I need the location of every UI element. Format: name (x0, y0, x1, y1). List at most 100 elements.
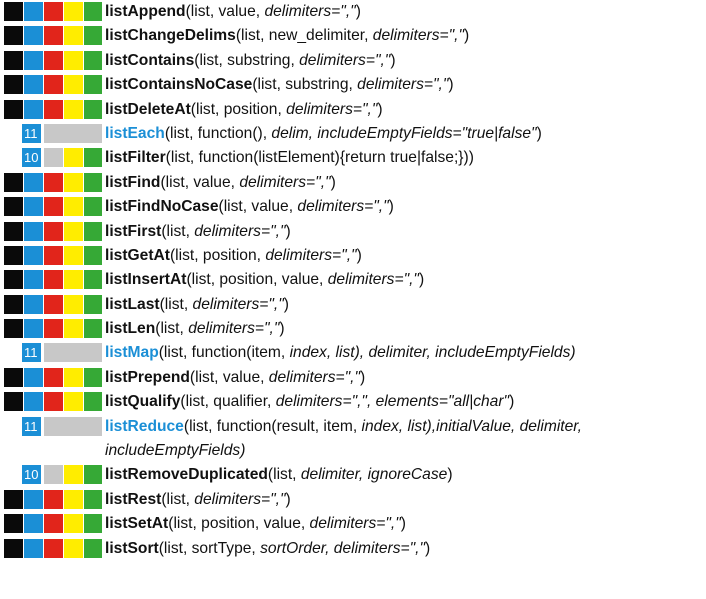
function-name: listQualify (105, 393, 181, 411)
args-end: ) (377, 100, 383, 118)
unsupported-bar (44, 123, 102, 143)
function-name: listLen (105, 320, 156, 338)
args-end: ) (283, 295, 289, 313)
openbd-badge (64, 538, 83, 558)
function-name: listEach (105, 124, 165, 142)
openbd-badge (64, 245, 83, 265)
lucee-badge (44, 538, 63, 558)
bluedragon-badge (84, 367, 102, 387)
optional-args: delimiters="," (239, 173, 331, 191)
adobe-cf-badge (4, 392, 23, 412)
railo-badge (24, 221, 43, 241)
lucee-badge (44, 392, 63, 412)
bluedragon-badge (84, 197, 102, 217)
adobe-cf-badge (4, 538, 23, 558)
function-signature: listEach(list, function(), delim, includ… (105, 122, 703, 146)
unsupported-badge (44, 148, 63, 168)
optional-args: index, list (361, 417, 427, 435)
bluedragon-badge (84, 2, 102, 21)
function-row: listSetAt(list, position, value, delimit… (0, 512, 706, 536)
args-end: ) (390, 51, 396, 69)
openbd-badge (64, 392, 83, 412)
optional-args: delimiters="," (265, 246, 357, 264)
function-row: 11 listEach(list, function(), delim, incl… (0, 122, 706, 146)
function-args: (list, value, (185, 3, 265, 20)
bluedragon-badge (84, 392, 102, 412)
lucee-badge (44, 319, 63, 339)
function-args: (list, function(item, (158, 344, 290, 362)
railo-badge (24, 270, 43, 290)
function-args: (list, position, (169, 246, 266, 264)
openbd-badge (64, 148, 83, 168)
args-end: ) (448, 76, 454, 94)
engine-support-badges: 10 (4, 148, 102, 168)
args-end: ) (285, 490, 291, 508)
openbd-badge (64, 319, 83, 339)
function-args: (list, position, (190, 100, 287, 118)
openbd-badge (64, 221, 83, 241)
optional-args: delimiters="," (192, 295, 284, 313)
args-end: ) (464, 27, 470, 45)
engine-support-badges: 11 (4, 416, 102, 436)
railo-badge (24, 367, 43, 387)
args-end: ) (536, 124, 542, 142)
adobe-cf-badge (4, 489, 23, 509)
version-badge: 10 (22, 465, 41, 485)
optional-args: delimiters="," (268, 368, 361, 386)
lucee-badge (44, 75, 63, 95)
function-args: (list, position, value, (186, 271, 328, 289)
optional-args: delimiter, ignoreCase (300, 466, 448, 484)
bluedragon-badge (84, 50, 102, 70)
engine-support-badges (4, 2, 102, 21)
function-signature: listAppend(list, value, delimiters=",") (105, 0, 703, 24)
function-signature: listFindNoCase(list, value, delimiters="… (105, 195, 703, 219)
function-name: listFind (105, 173, 161, 191)
openbd-badge (64, 99, 83, 119)
args-end: ) (355, 3, 361, 20)
bluedragon-badge (84, 270, 102, 290)
function-row: listContainsNoCase(list, substring, deli… (0, 73, 706, 97)
function-row: listAppend(list, value, delimiters=",") (0, 0, 706, 24)
railo-badge (24, 197, 43, 217)
adobe-cf-badge (4, 50, 23, 70)
engine-support-badges: 10 (4, 465, 102, 485)
args-end: ) (447, 466, 453, 484)
function-row: listContains(list, substring, delimiters… (0, 49, 706, 73)
args-end: ) (279, 320, 285, 338)
function-signature: listQualify(list, qualifier, delimiters=… (105, 390, 703, 414)
engine-support-badges (4, 245, 102, 265)
engine-support-badges (4, 172, 102, 192)
openbd-badge (64, 26, 83, 46)
optional-args: delimiters="," (286, 100, 378, 118)
lucee-badge (44, 99, 63, 119)
function-args: (list, (161, 222, 195, 240)
openbd-badge (64, 75, 83, 95)
openbd-badge (64, 270, 83, 290)
engine-support-badges (4, 197, 102, 217)
engine-support-badges (4, 319, 102, 339)
openbd-badge (64, 367, 83, 387)
adobe-cf-badge (4, 270, 23, 290)
lucee-badge (44, 26, 63, 46)
bluedragon-badge (84, 26, 102, 46)
bluedragon-badge (84, 245, 102, 265)
function-row: listChangeDelims(list, new_delimiter, de… (0, 24, 706, 48)
optional-args: delim, includeEmptyFields="true|false" (271, 124, 537, 142)
function-row: 11 listReduce(list, function(result, item… (0, 415, 706, 464)
engine-support-badges (4, 75, 102, 95)
adobe-cf-badge (4, 514, 23, 534)
function-row: listFindNoCase(list, value, delimiters="… (0, 195, 706, 219)
optional-args: delimiters="," (264, 3, 356, 20)
bluedragon-badge (84, 75, 102, 95)
lucee-badge (44, 294, 63, 314)
function-name: listChangeDelims (105, 27, 236, 45)
optional-args: sortOrder, delimiters="," (260, 539, 426, 557)
optional-args: delimiters=",", elements="all|char" (275, 393, 510, 411)
function-signature: listFind(list, value, delimiters=",") (105, 171, 703, 195)
railo-badge (24, 75, 43, 95)
railo-badge (24, 172, 43, 192)
function-name: listPrepend (105, 368, 190, 386)
lucee-badge (44, 50, 63, 70)
adobe-cf-badge (4, 26, 23, 46)
function-args: (list, value, (189, 368, 269, 386)
